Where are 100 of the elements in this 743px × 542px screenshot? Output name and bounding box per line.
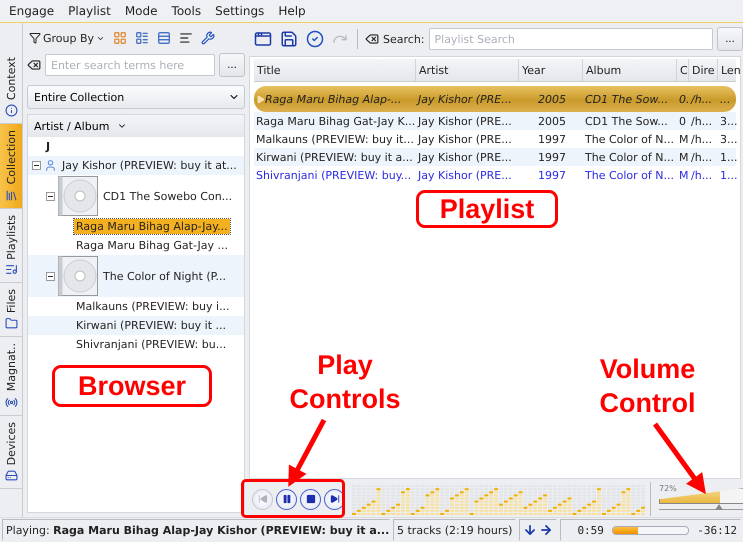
volume-thumb[interactable]: [715, 504, 724, 510]
track-item[interactable]: Malkauns (PREVIEW: buy i...: [74, 299, 232, 314]
grid-icon: [113, 31, 128, 45]
column-header[interactable]: Title: [254, 59, 416, 81]
callout-arrow: [652, 422, 706, 494]
callout-label: Play Controls: [288, 349, 402, 416]
side-tab[interactable]: Devices: [0, 416, 22, 490]
expander-icon[interactable]: [46, 192, 55, 200]
pause-button[interactable]: [276, 488, 297, 510]
table-cell-text: CD1 The Sow...: [584, 92, 670, 106]
table-cell-text: /h...: [690, 114, 714, 128]
table-cell-text: The Color of N...: [584, 168, 675, 182]
playing-row[interactable]: Raga Maru Bihag Alap-... Jay Kishor (PRE... 2005 CD1 The Sow... 0./h... ...: [254, 86, 736, 112]
letter-heading: J: [44, 139, 52, 154]
playlist-row[interactable]: Raga Maru Bihag Gat-Jay K... Jay Kishor (PRE... 2005 CD1 The Sow... 0 /h... 3...: [254, 112, 736, 130]
menu-item[interactable]: Settings: [210, 2, 270, 20]
callout-label: Browser: [52, 365, 212, 407]
search-label: Search:: [383, 32, 424, 46]
window-icon: [254, 30, 272, 48]
table-cell-text: 0: [678, 114, 687, 128]
more-button[interactable]: ...: [717, 27, 743, 51]
group-by-button[interactable]: Group By: [27, 32, 108, 44]
menu-item[interactable]: Help: [273, 2, 311, 20]
column-header[interactable]: Album: [583, 59, 677, 81]
wrench-icon: [201, 31, 216, 45]
table-cell-text: Jay Kishor (PRE...: [416, 114, 513, 128]
stop-icon: [306, 494, 316, 504]
text-lines-icon: [179, 31, 194, 45]
table-cell-text: /h...: [690, 168, 714, 182]
table-cell-text: Jay Kishor (PRE...: [416, 92, 513, 106]
person-icon: [44, 159, 57, 172]
table-cell-text: 2005: [537, 114, 567, 128]
table-cell-text: The Color of N...: [584, 150, 675, 164]
table-cell-text: /h...: [690, 150, 714, 164]
column-header[interactable]: Artist: [416, 59, 519, 81]
radio-icon: [4, 396, 18, 409]
library-icon: [4, 188, 18, 202]
table-cell-text: 2005: [537, 92, 567, 106]
table-cell-text: Jay Kishor (PRE...: [416, 168, 513, 182]
album-item[interactable]: CD1 The Sowebo Con...: [101, 188, 234, 204]
clear-icon: [27, 58, 41, 72]
play-icon: [256, 94, 265, 104]
expander-icon[interactable]: [46, 272, 55, 280]
callout-label: Playlist: [416, 190, 558, 228]
side-tab[interactable]: Magnat..: [0, 337, 22, 416]
menu-item[interactable]: Mode: [120, 2, 163, 20]
tree-header[interactable]: Artist / Album: [28, 115, 244, 137]
track-item[interactable]: Raga Maru Bihag Alap-Jay...: [74, 219, 230, 234]
search-field[interactable]: Enter search terms here: [45, 54, 215, 76]
menu-item[interactable]: Tools: [166, 2, 206, 20]
callout-arrow: [288, 418, 326, 487]
table-cell-text: The Color of N...: [584, 132, 675, 146]
drive-icon: [4, 469, 18, 482]
folder-icon: [4, 317, 18, 330]
window-button[interactable]: [252, 30, 274, 48]
table-cell-text: M: [678, 168, 689, 182]
table-cell-text: Raga Maru Bihag Gat-Jay K...: [255, 114, 416, 128]
track-item[interactable]: Raga Maru Bihag Gat-Jay ...: [74, 238, 230, 253]
table-cell-text: Shivranjani (PREVIEW: buy...: [255, 168, 412, 182]
track-count: 5 tracks (2:19 hours): [397, 524, 512, 536]
rows-icon: [157, 31, 172, 45]
table-cell-text: Kirwani (PREVIEW: buy it a...: [255, 150, 414, 164]
table-cell-text: Malkauns (PREVIEW: buy it...: [255, 132, 415, 146]
volume-reading: 72%: [659, 484, 677, 493]
side-tab[interactable]: Files: [0, 283, 22, 338]
side-tab[interactable]: Collection: [0, 124, 22, 209]
tools-button[interactable]: [199, 31, 218, 45]
track-item[interactable]: Shivranjani (PREVIEW: bu...: [74, 337, 228, 352]
clear-icon: [365, 32, 379, 46]
table-cell: Raga Maru Bihag Alap-...: [254, 92, 416, 106]
playlist-search-field[interactable]: Playlist Search: [428, 28, 713, 50]
info-icon: [4, 104, 18, 118]
previous-icon: [258, 494, 268, 504]
stop-button[interactable]: [300, 488, 321, 510]
table-cell-text: 1997: [537, 168, 567, 182]
column-header[interactable]: Year: [519, 59, 583, 81]
more-button[interactable]: ...: [219, 53, 245, 77]
side-tab[interactable]: Playlists: [0, 208, 22, 284]
table-cell-text: Jay Kishor (PRE...: [416, 132, 513, 146]
callout-label: Volume Control: [598, 353, 696, 420]
table-cell-text: 0.: [678, 92, 689, 106]
table-cell-text: 3...: [719, 132, 738, 146]
playlist-row[interactable]: Kirwani (PREVIEW: buy it a... Jay Kishor (PRE... 1997 The Color of N... M /h... 1...: [254, 148, 736, 166]
music-list-icon: [4, 263, 18, 276]
column-header[interactable]: C: [677, 59, 689, 81]
menu-item[interactable]: Playlist: [63, 2, 116, 20]
table-cell-text: 3...: [719, 114, 738, 128]
table-cell-text: 1997: [537, 150, 567, 164]
collection-dropdown[interactable]: Entire Collection: [27, 85, 245, 109]
table-cell-text: M: [678, 150, 689, 164]
expander-icon[interactable]: [32, 161, 41, 170]
table-cell-text: ...: [719, 92, 732, 106]
list-icon: [135, 31, 150, 45]
volume-slider[interactable]: 72%: [650, 482, 741, 516]
column-header[interactable]: Len: [718, 59, 743, 81]
table-cell-text: M: [678, 132, 689, 146]
menu-item[interactable]: Engage: [4, 2, 60, 20]
now-playing-text: Playing: Raga Maru Bihag Alap-Jay Kishor (PREVIEW: buy it a...: [6, 524, 389, 536]
column-header[interactable]: Dire: [689, 59, 718, 81]
table-cell-text: /h...: [689, 92, 714, 106]
